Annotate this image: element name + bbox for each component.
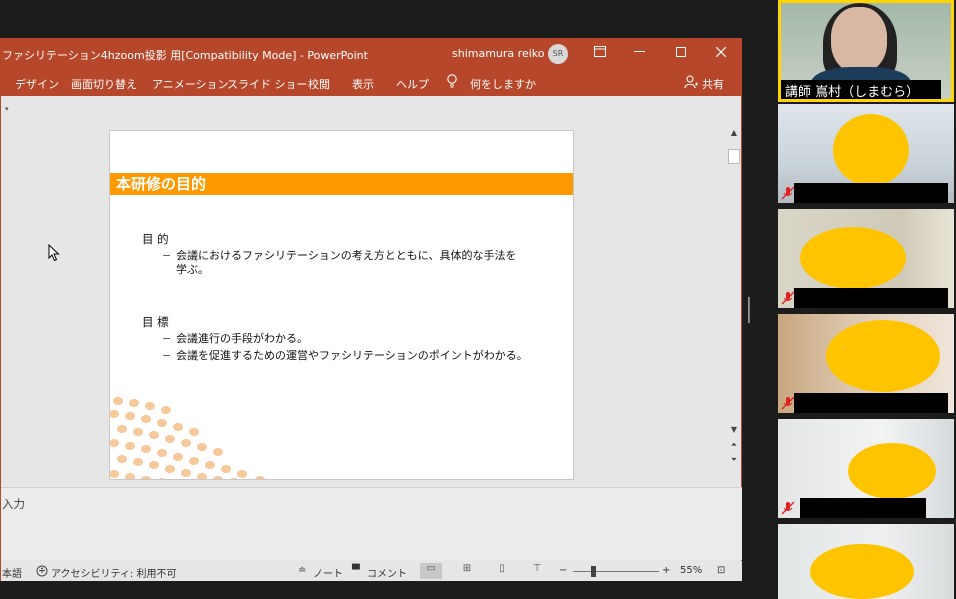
status-bar: 本語 アクセシビリティ: 利用不可 ≐ ノート ▀ コメント ▭ ⊞ ▯ ⊤ −… [1, 561, 742, 581]
goal-text-2: 会議を促進するための運営やファシリテーションのポイントがわかる。 [176, 349, 528, 362]
speaker-face [831, 7, 887, 73]
zoom-slider-thumb[interactable] [591, 566, 596, 577]
powerpoint-window: ファシリテーション4hzoom投影 用[Compatibility Mode] … [0, 38, 742, 581]
notes-button[interactable]: ノート [313, 565, 343, 580]
face-mask [833, 114, 909, 186]
bullet-dash: − [162, 332, 172, 345]
mouse-pointer-icon [48, 244, 60, 262]
speaker-name: 講師 嶌村（しまむら） [781, 80, 941, 99]
title-bar: ファシリテーション4hzoom投影 用[Compatibility Mode] … [1, 39, 742, 69]
decorative-dot-pattern [110, 397, 265, 479]
next-slide-icon[interactable]: ⏷ [727, 455, 741, 465]
notes-toggle-icon[interactable]: ≐ [298, 565, 306, 576]
zoom-out-button[interactable]: − [559, 565, 567, 576]
notes-pane[interactable]: 入力 [1, 487, 742, 560]
person-icon[interactable] [684, 75, 698, 89]
goal-heading: 目 標 [142, 315, 169, 329]
user-avatar[interactable]: SR [548, 44, 568, 64]
tab-transitions[interactable]: 画面切り替え [71, 76, 137, 92]
muted-mic-icon [781, 501, 795, 515]
zoom-level[interactable]: 55% [680, 565, 702, 576]
purpose-heading: 目 的 [142, 232, 169, 246]
muted-mic-icon [781, 396, 795, 410]
bullet-dash: − [162, 249, 172, 262]
language-indicator[interactable]: 本語 [2, 565, 22, 580]
tab-slideshow[interactable]: スライド ショー [227, 76, 308, 92]
participant-name-bar [800, 498, 926, 518]
purpose-item: − 会議におけるファシリテーションの考え方とともに、具体的な手法を 学ぶ。 [162, 249, 542, 277]
goal-item-2: − 会議を促進するための運営やファシリテーションのポイントがわかる。 [162, 349, 542, 363]
zoom-in-button[interactable]: + [662, 565, 670, 576]
face-mask [810, 544, 914, 599]
maximize-icon[interactable] [661, 39, 701, 69]
goal-item-1: − 会議進行の手段がわかる。 [162, 332, 542, 346]
participant-name-bar [794, 183, 948, 203]
scroll-up-icon[interactable]: ▲ [727, 128, 741, 137]
tab-animations[interactable]: アニメーション [152, 76, 229, 92]
comment-icon[interactable]: ▀ [352, 565, 360, 576]
reading-view-icon[interactable]: ▯ [491, 563, 513, 579]
participant-tile[interactable] [778, 314, 954, 413]
participant-tile[interactable] [778, 419, 954, 518]
active-speaker-tile[interactable]: 講師 嶌村（しまむら） [778, 0, 954, 102]
face-mask [826, 320, 940, 392]
tab-help[interactable]: ヘルプ [396, 76, 429, 92]
minimize-icon[interactable] [619, 39, 659, 69]
slide-title: 本研修の目的 [110, 173, 573, 195]
slide-sorter-icon[interactable]: ⊞ [456, 563, 478, 579]
participant-name-bar [794, 288, 948, 308]
tab-review[interactable]: 校閲 [308, 76, 330, 92]
accessibility-status[interactable]: アクセシビリティ: 利用不可 [51, 565, 176, 580]
tab-view[interactable]: 表示 [352, 76, 374, 92]
participant-tile[interactable] [778, 104, 954, 203]
quick-access-dropdown-icon[interactable]: ▾ [5, 105, 9, 113]
face-mask [848, 443, 936, 499]
participant-name-bar [794, 393, 948, 413]
close-icon[interactable] [701, 39, 741, 69]
scroll-thumb[interactable] [728, 149, 740, 164]
normal-view-icon[interactable]: ▭ [420, 563, 442, 579]
purpose-text-line1: 会議におけるファシリテーションの考え方とともに、具体的な手法を [176, 249, 517, 262]
gallery-splitter[interactable] [748, 297, 750, 323]
window-title: ファシリテーション4hzoom投影 用[Compatibility Mode] … [2, 49, 368, 62]
accessibility-icon[interactable] [36, 565, 48, 577]
user-name[interactable]: shimamura reiko [452, 47, 544, 60]
comments-button[interactable]: コメント [367, 565, 407, 580]
restore-icon[interactable] [580, 39, 620, 69]
muted-mic-icon [781, 291, 795, 305]
zoom-slider[interactable] [573, 571, 659, 572]
tell-me-search[interactable]: 何をしますか [470, 76, 536, 92]
notes-placeholder: 入力 [2, 497, 25, 511]
slide-canvas[interactable]: 本研修の目的 目 的 − 会議におけるファシリテーションの考え方とともに、具体的… [109, 130, 574, 480]
purpose-text-line2: 学ぶ。 [176, 263, 209, 276]
muted-mic-icon [781, 186, 795, 200]
bullet-dash: − [162, 349, 172, 362]
slideshow-view-icon[interactable]: ⊤ [526, 563, 548, 579]
share-button[interactable]: 共有 [702, 76, 724, 92]
tab-design[interactable]: デザイン [15, 76, 59, 92]
scroll-down-icon[interactable]: ▼ [727, 425, 741, 434]
participant-tile[interactable] [778, 524, 954, 599]
ribbon-tabs: デザイン 画面切り替え アニメーション スライド ショー 校閲 表示 ヘルプ 何… [1, 69, 742, 96]
fit-to-window-icon[interactable]: ⊡ [717, 565, 725, 576]
previous-slide-icon[interactable]: ⏶ [727, 440, 741, 450]
goal-text-1: 会議進行の手段がわかる。 [176, 332, 308, 345]
lightbulb-icon[interactable] [446, 74, 458, 88]
participant-tile[interactable] [778, 209, 954, 308]
face-mask [800, 227, 906, 289]
